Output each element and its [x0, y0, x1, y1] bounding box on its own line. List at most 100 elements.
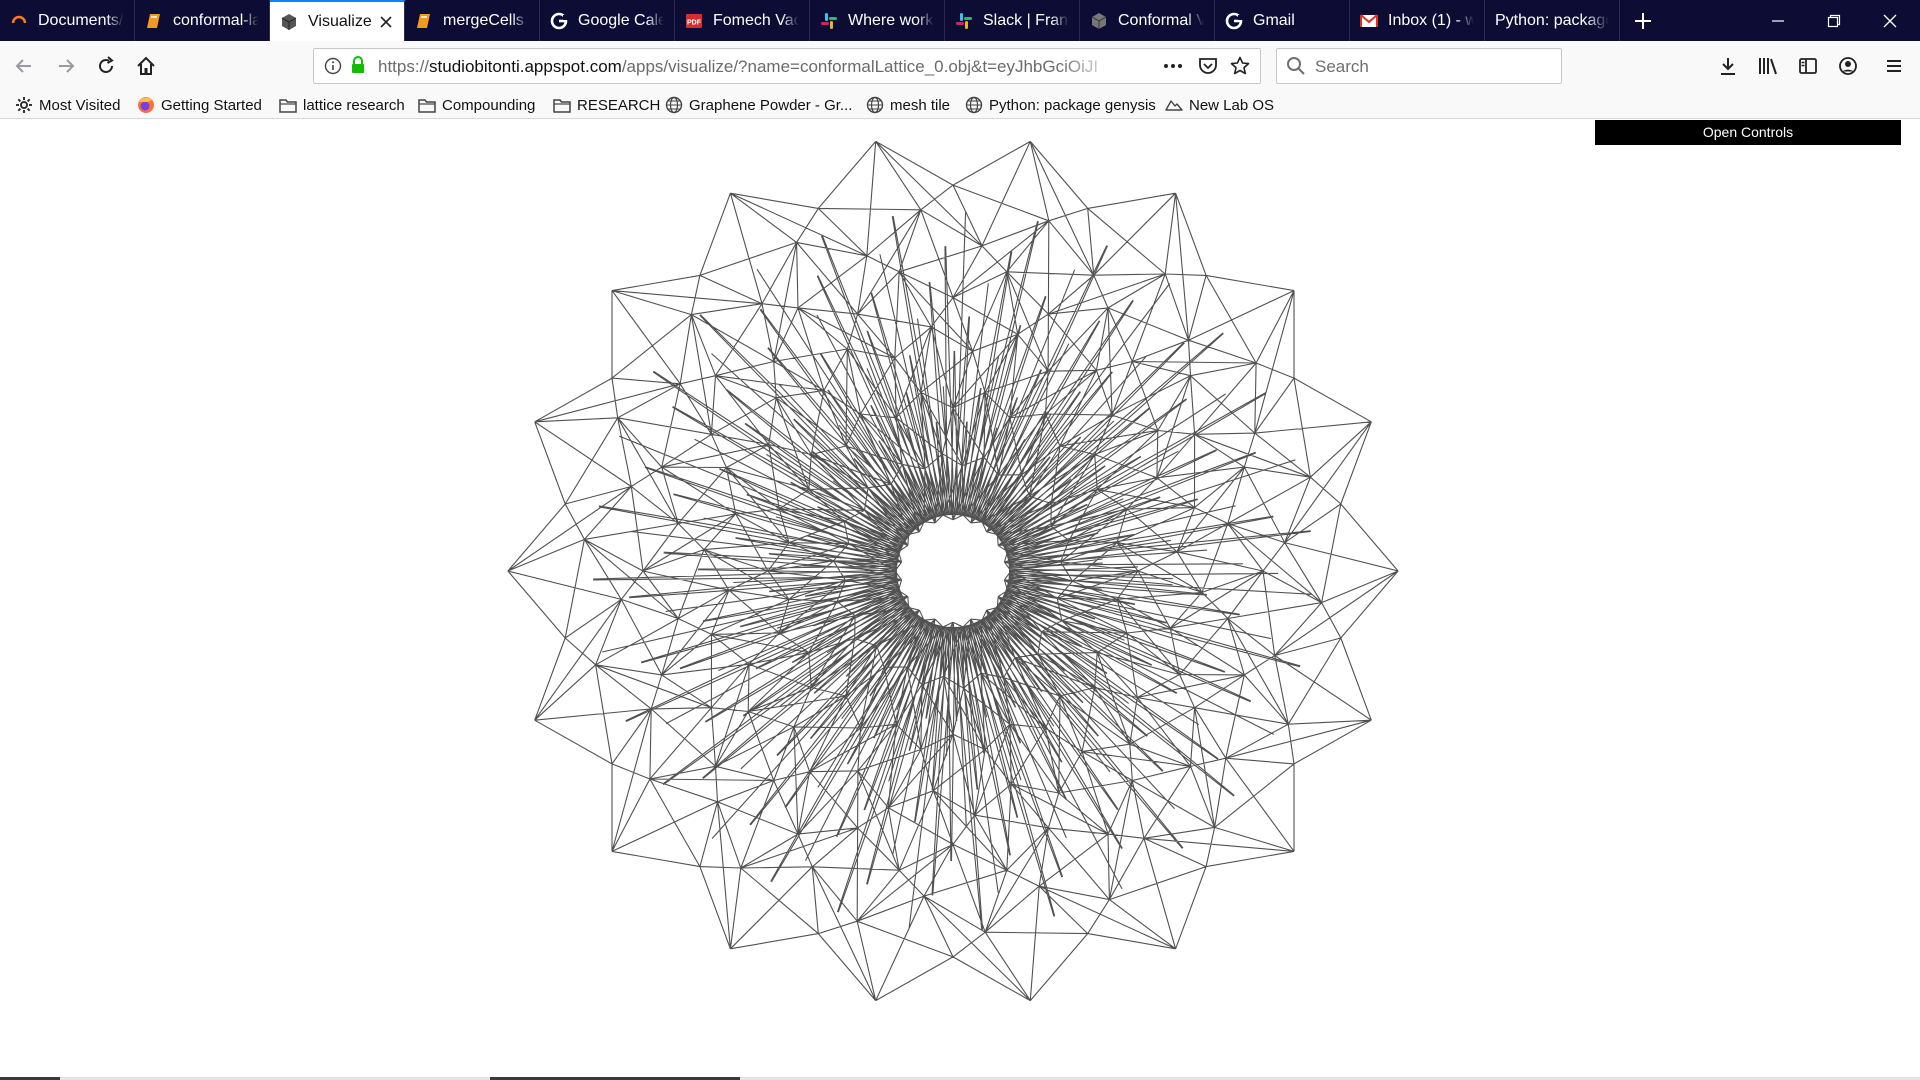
- bookmark-label: RESEARCH: [577, 96, 661, 114]
- page-actions-icon[interactable]: [1162, 57, 1184, 80]
- bookmark-graphene-powder[interactable]: Graphene Powder - Gr...: [665, 94, 852, 116]
- cloud-icon: [10, 12, 28, 30]
- close-window-button[interactable]: [1862, 0, 1918, 41]
- home-icon: [137, 56, 155, 75]
- bookmark-label: Graphene Powder - Gr...: [689, 96, 853, 114]
- gear-icon: [15, 96, 33, 114]
- tab-title: Google Cale: [578, 11, 664, 29]
- bookmark-python-package-genysis[interactable]: Python: package genysis: [965, 94, 1156, 116]
- gmail-icon: [1360, 12, 1378, 30]
- lock-icon[interactable]: [350, 56, 366, 79]
- bookmark-label: Most Visited: [39, 96, 121, 114]
- folder-icon: [553, 96, 571, 114]
- tab-strip: Documents/l conformal-la Visualizer merg…: [0, 0, 1920, 41]
- bookmark-new-lab-os[interactable]: New Lab OS: [1165, 94, 1274, 116]
- back-arrow-icon: [15, 59, 31, 73]
- library-icon: [1759, 58, 1777, 75]
- downloads-button[interactable]: [1712, 50, 1744, 82]
- cloud-icon: [1165, 96, 1183, 114]
- bookmark-getting-started[interactable]: Getting Started: [137, 94, 262, 116]
- sidebar-button[interactable]: [1792, 50, 1824, 82]
- bookmark-research[interactable]: RESEARCH: [553, 94, 660, 116]
- url-prefix: https://: [378, 57, 430, 76]
- restore-icon: [1827, 14, 1841, 27]
- tab-gmail[interactable]: Gmail: [1215, 0, 1350, 41]
- tab-conformal-v[interactable]: Conformal V: [1080, 0, 1215, 41]
- tab-python-package[interactable]: Python: package: [1485, 0, 1620, 41]
- bookmark-star-icon[interactable]: [1230, 56, 1250, 81]
- search-bar[interactable]: [1276, 48, 1562, 84]
- cube-icon: [1090, 12, 1108, 30]
- hamburger-menu-icon: [1887, 60, 1901, 72]
- cube-icon: [280, 13, 298, 31]
- lattice-3d-viewport[interactable]: [0, 119, 1920, 1080]
- bookmark-label: mesh tile: [890, 96, 951, 114]
- globe-icon: [965, 96, 983, 114]
- google-icon: [550, 12, 568, 30]
- reload-button[interactable]: [90, 50, 122, 82]
- pdf-icon: PDF: [685, 12, 703, 30]
- bookmark-label: Getting Started: [161, 96, 262, 114]
- bookmark-lattice-research[interactable]: lattice research: [279, 94, 405, 116]
- account-button[interactable]: [1832, 50, 1864, 82]
- google-icon: [1225, 12, 1243, 30]
- notebook-icon: [145, 12, 163, 30]
- pocket-icon[interactable]: [1198, 56, 1218, 81]
- tab-inbox[interactable]: Inbox (1) - w: [1350, 0, 1485, 41]
- search-input[interactable]: [1313, 55, 1557, 79]
- navigation-toolbar: https://studiobitonti.appspot.com/apps/v…: [0, 41, 1920, 91]
- tab-title: Visualizer: [308, 12, 372, 30]
- sidebar-icon: [1799, 58, 1817, 74]
- tab-slack[interactable]: Slack | Franc: [945, 0, 1080, 41]
- forward-arrow-icon: [59, 59, 75, 73]
- tab-visualizer[interactable]: Visualizer: [270, 0, 405, 41]
- download-icon: [1721, 58, 1735, 75]
- tab-fomech-vacuum[interactable]: PDF Fomech Vacu: [675, 0, 810, 41]
- bookmarks-toolbar: Most Visited Getting Started lattice res…: [0, 91, 1920, 119]
- slack-icon: [820, 12, 838, 30]
- folder-icon: [279, 96, 297, 114]
- tab-conformal-lattice[interactable]: conformal-la: [135, 0, 270, 41]
- minimize-icon: [1772, 19, 1784, 22]
- globe-icon: [665, 96, 683, 114]
- minimize-button[interactable]: [1750, 0, 1806, 41]
- back-button[interactable]: [8, 50, 40, 82]
- bookmark-compounding[interactable]: Compounding: [418, 94, 535, 116]
- info-icon[interactable]: [324, 57, 342, 80]
- url-text[interactable]: https://studiobitonti.appspot.com/apps/v…: [378, 57, 1118, 77]
- bookmark-mesh-tile[interactable]: mesh tile: [866, 94, 950, 116]
- svg-text:PDF: PDF: [687, 19, 702, 26]
- tab-title: Slack | Franc: [983, 11, 1069, 29]
- plus-icon: [1635, 12, 1651, 29]
- bookmark-label: lattice research: [303, 96, 405, 114]
- address-bar[interactable]: https://studiobitonti.appspot.com/apps/v…: [313, 48, 1261, 84]
- search-icon: [1286, 56, 1306, 81]
- new-tab-button[interactable]: [1620, 0, 1666, 41]
- page-content: Open Controls: [0, 119, 1920, 1080]
- firefox-icon: [137, 96, 155, 114]
- tab-google-calendar[interactable]: Google Cale: [540, 0, 675, 41]
- url-path: /apps/visualize/?name=conformalLattice_0…: [621, 57, 1099, 76]
- tab-title: Documents/l: [38, 11, 124, 29]
- globe-icon: [866, 96, 884, 114]
- lattice-center-hole: [905, 523, 1001, 619]
- tab-mergecells[interactable]: mergeCells: [405, 0, 540, 41]
- tab-documents[interactable]: Documents/l: [0, 0, 135, 41]
- url-host: studiobitonti.appspot.com: [429, 57, 622, 76]
- tab-where-work[interactable]: Where work: [810, 0, 945, 41]
- home-button[interactable]: [130, 50, 162, 82]
- close-tab-icon[interactable]: [378, 14, 394, 30]
- account-icon: [1839, 57, 1857, 75]
- reload-icon: [99, 56, 114, 73]
- menu-button[interactable]: [1878, 50, 1910, 82]
- open-controls-button[interactable]: Open Controls: [1595, 120, 1901, 145]
- bookmark-most-visited[interactable]: Most Visited: [15, 94, 120, 116]
- restore-button[interactable]: [1806, 0, 1862, 41]
- bookmark-label: New Lab OS: [1189, 96, 1275, 114]
- forward-button[interactable]: [50, 50, 82, 82]
- tab-title: conformal-la: [173, 11, 259, 29]
- tab-title: Inbox (1) - w: [1388, 11, 1474, 29]
- tab-title: Fomech Vacu: [713, 11, 799, 29]
- tab-title: Python: package: [1495, 11, 1609, 29]
- library-button[interactable]: [1752, 50, 1784, 82]
